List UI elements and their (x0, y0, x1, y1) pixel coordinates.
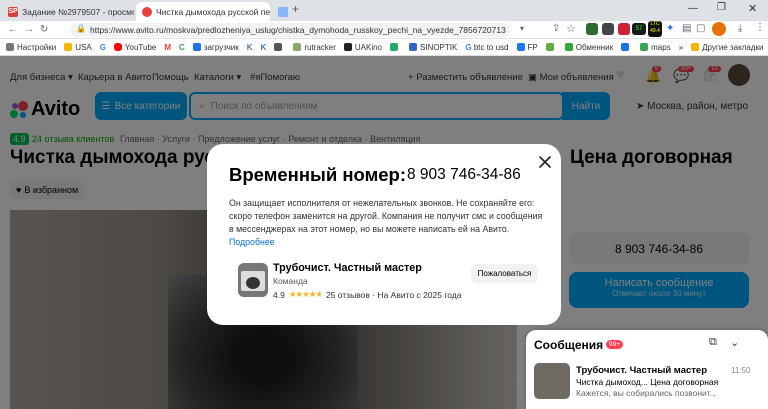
tab-avito-active[interactable]: Чистка дымохода русской печи ✕ (136, 2, 270, 21)
messages-panel: Сообщения 99+ ⧉ ⌄ Трубочист. Частный мас… (526, 330, 768, 409)
bookmark-item[interactable]: rutracker (293, 43, 336, 52)
back-icon[interactable]: ← (8, 24, 18, 35)
bookmark-item[interactable]: загрузчик (192, 43, 239, 52)
modal-title: Временный номер: (229, 164, 407, 185)
page-favicon-icon (278, 6, 288, 17)
complain-button[interactable]: Пожаловаться (471, 264, 538, 283)
bookmark-item[interactable]: C (179, 43, 185, 52)
bookmark-item[interactable]: K (247, 43, 253, 52)
ltc-extension-icon[interactable]: LTC 49.4 (648, 21, 662, 37)
chat-time: 11:50 (731, 366, 751, 375)
avito-favicon-icon (142, 6, 152, 17)
seller-role: Команда (273, 276, 308, 286)
seller-name[interactable]: Трубочист. Частный мастер (273, 262, 422, 274)
lock-icon: 🔒 (76, 24, 86, 33)
open-external-icon[interactable]: ⧉ (709, 336, 717, 349)
seller-rating: 4.9 (273, 289, 285, 300)
close-icon[interactable] (537, 154, 553, 170)
download-icon[interactable]: ⤓ (738, 23, 742, 34)
dropdown-icon[interactable]: ▾ (520, 24, 524, 33)
bookmarks-overflow-icon[interactable]: » (679, 43, 683, 52)
browser-tab-bar: SP Задание №2979507 - просмотр задан ✕ Ч… (0, 0, 768, 21)
bookmark-item[interactable] (390, 43, 401, 51)
url-text: https://www.avito.ru/moskva/predlozheniy… (90, 25, 506, 35)
chat-sender[interactable]: Трубочист. Частный мастер (576, 365, 707, 376)
bookmark-item[interactable]: G (100, 43, 106, 52)
modal-phone-number: 8 903 746-34-86 (407, 166, 521, 183)
other-bookmarks[interactable]: Другие закладки (691, 43, 763, 52)
messages-title: Сообщения (534, 338, 604, 352)
modal-description: Он защищает исполнителя от нежелательных… (229, 197, 549, 249)
bookmark-item[interactable]: FP (516, 43, 538, 52)
share-icon[interactable]: ⇪ (552, 23, 560, 34)
new-tab-icon[interactable]: + (292, 2, 299, 16)
minimize-icon[interactable]: — (688, 3, 698, 14)
address-bar-row: ← → ↻ 🔒 https://www.avito.ru/moskva/pred… (0, 21, 768, 39)
tab-title: Чистка дымохода русской печи (156, 6, 270, 17)
more-link[interactable]: Подробнее (229, 237, 275, 247)
puzzle-icon[interactable]: ✦ (666, 23, 674, 34)
seller-since: · На Авито с 2025 года (372, 289, 462, 300)
bookmark-item[interactable]: Обменник (564, 43, 613, 52)
extension-icon[interactable] (586, 23, 598, 35)
temporary-number-modal: Временный номер: 8 903 746-34-86 Он защи… (207, 144, 561, 325)
seller-rating-row: 4.9 ★★★★★ 25 отзывов · На Авито с 2025 г… (273, 289, 462, 300)
url-field[interactable]: 🔒 https://www.avito.ru/moskva/predlozhen… (70, 23, 510, 37)
bookmarks-bar: Настройки USA G YouTube M C загрузчик K … (0, 39, 768, 56)
bookmark-item[interactable]: M (164, 43, 171, 52)
menu-icon[interactable]: ⋮ (755, 22, 765, 33)
seller-avatar[interactable] (238, 263, 268, 297)
chat-avatar[interactable] (534, 363, 570, 399)
messages-count-badge: 99+ (606, 340, 624, 349)
reload-icon[interactable]: ↻ (40, 24, 48, 35)
bookmark-item[interactable]: SINOPTIK (409, 43, 457, 52)
bookmark-item[interactable]: UAKino (343, 43, 382, 52)
bookmark-item[interactable]: Настройки (6, 43, 56, 52)
bookmark-item[interactable] (621, 43, 632, 51)
seller-reviews-link[interactable]: 25 отзывов (326, 290, 370, 300)
bookmark-item[interactable] (545, 43, 557, 51)
modal-description-text: Он защищает исполнителя от нежелательных… (229, 198, 543, 234)
bookmark-item[interactable]: K (261, 43, 267, 52)
bookmark-item[interactable]: USA (64, 43, 92, 52)
profile-avatar[interactable] (712, 22, 726, 36)
bookmark-item[interactable]: YouTube (113, 43, 156, 52)
chevron-down-icon[interactable]: ⌄ (730, 336, 739, 349)
sp-favicon-icon: SP (8, 6, 18, 17)
bookmark-item[interactable]: G btc to usd (465, 43, 508, 52)
tab-title: Задание №2979507 - просмотр задан (22, 6, 134, 17)
extension-badge-icon[interactable]: 57 (632, 23, 646, 35)
tab-third[interactable] (272, 2, 292, 21)
bookmark-item[interactable] (274, 43, 285, 51)
chat-subject: Чистка дымоход... Цена договорная (576, 377, 719, 387)
close-window-icon[interactable]: ✕ (748, 2, 757, 15)
bookmark-item[interactable]: maps (640, 43, 671, 52)
tab-search-icon[interactable]: ▢ (696, 23, 705, 34)
extension-icon[interactable] (618, 23, 630, 35)
tab-task[interactable]: SP Задание №2979507 - просмотр задан ✕ (2, 2, 134, 21)
reading-list-icon[interactable]: ▤ (682, 23, 691, 34)
maximize-icon[interactable]: ❐ (717, 2, 726, 13)
extension-icon[interactable] (602, 23, 614, 35)
bookmark-star-icon[interactable]: ☆ (566, 22, 576, 35)
chat-preview: Кажется, вы собирались позвонит... (576, 388, 717, 398)
star-rating-icon: ★★★★★ (288, 289, 323, 299)
forward-icon[interactable]: → (24, 24, 34, 35)
